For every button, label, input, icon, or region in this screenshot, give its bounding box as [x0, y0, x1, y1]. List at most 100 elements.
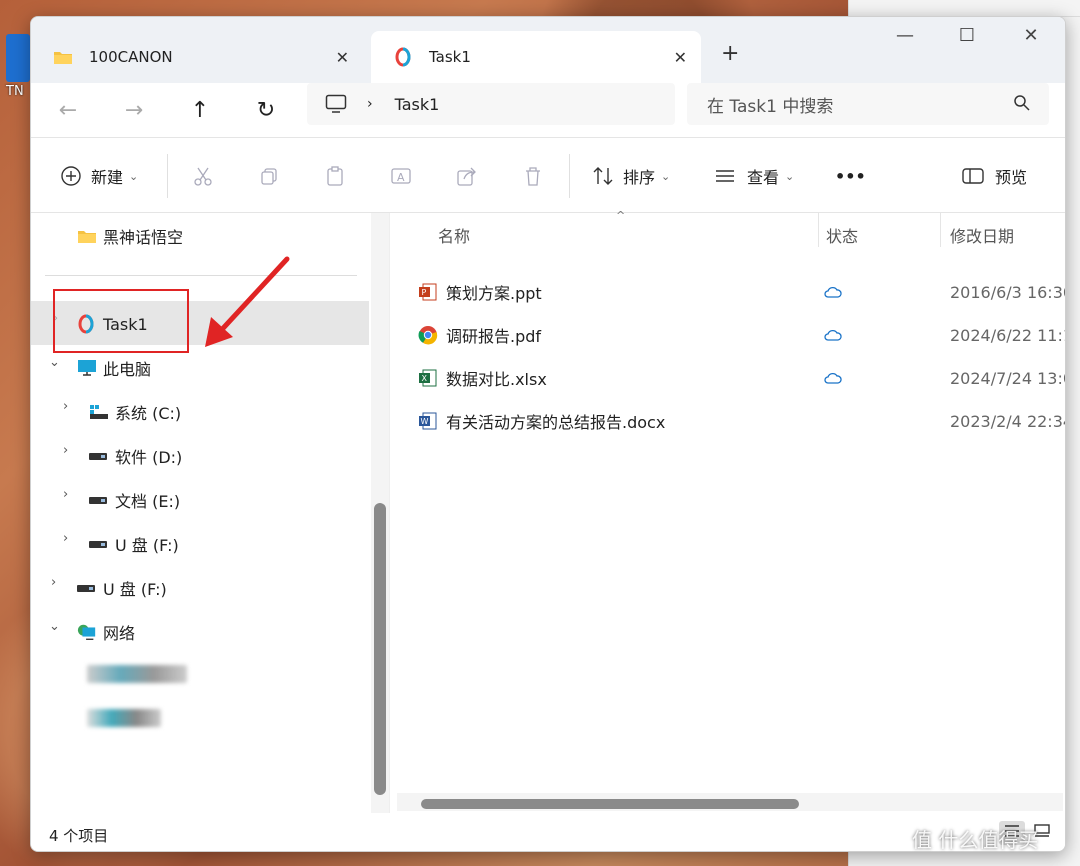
scrollbar-thumb[interactable] — [374, 503, 386, 795]
folder-icon — [77, 227, 97, 245]
site-watermark: 值 什么值得买 — [912, 828, 1039, 852]
new-tab-button[interactable]: + — [721, 41, 739, 66]
sidebar-item-label: U 盘 (F:) — [115, 536, 179, 555]
tab-label: 100CANON — [89, 48, 173, 66]
forward-button[interactable]: → — [117, 93, 151, 127]
new-button[interactable]: 新建 ⌄ — [59, 162, 138, 190]
column-divider[interactable] — [940, 213, 941, 247]
file-name: 数据对比.xlsx — [446, 370, 547, 389]
table-row[interactable]: P 策划方案.ppt 2016/6/3 16:30 — [418, 277, 1065, 307]
chevron-down-icon[interactable]: ⌄ — [49, 619, 60, 634]
monitor-icon — [77, 359, 97, 377]
sidebar-item-drive-e[interactable]: 文档 (E:) — [89, 485, 180, 515]
close-window-button[interactable]: ✕ — [1011, 25, 1051, 46]
preview-button[interactable]: 预览 — [961, 162, 1027, 190]
copy-icon — [257, 164, 281, 188]
sort-button[interactable]: 排序 ⌄ — [591, 162, 670, 190]
search-input[interactable]: 在 Task1 中搜索 — [707, 92, 833, 117]
horizontal-scrollbar[interactable] — [397, 793, 1063, 811]
svg-text:A: A — [397, 171, 405, 184]
navigation-bar: ← → ↑ ↻ › Task1 在 Task1 中搜索 — [31, 83, 1065, 137]
file-name: 调研报告.pdf — [446, 327, 542, 346]
maximize-button[interactable]: ☐ — [947, 25, 987, 46]
sidebar-item-folder[interactable]: 黑神话悟空 — [77, 221, 183, 251]
ppt-icon: P — [418, 282, 438, 302]
blurred-network-item[interactable] — [87, 665, 187, 683]
navigation-pane: 黑神话悟空 › Task1 ⌄ 此电脑 › 系统 (C:) › 软件 (D:) … — [31, 213, 369, 813]
chevron-right-icon[interactable]: › — [63, 443, 68, 458]
search-box[interactable]: 在 Task1 中搜索 — [687, 83, 1049, 125]
table-row[interactable]: W 有关活动方案的总结报告.docx 2023/2/4 22:34 — [418, 406, 1065, 436]
desktop-shortcut[interactable]: TN — [6, 34, 32, 99]
chevron-right-icon[interactable]: › — [63, 487, 68, 502]
file-explorer-window: 100CANON ✕ Task1 ✕ + — ☐ ✕ ← → ↑ ↻ › Tas… — [30, 16, 1066, 852]
paste-button[interactable] — [323, 162, 347, 190]
chevron-right-icon: › — [367, 96, 373, 112]
divider — [569, 154, 570, 198]
plus-circle-icon — [59, 164, 83, 188]
shortcut-icon — [6, 34, 30, 82]
sidebar-item-label: 网络 — [103, 624, 136, 643]
cut-button[interactable] — [191, 162, 215, 190]
close-icon[interactable]: ✕ — [674, 48, 687, 67]
red-arrow-annotation — [205, 256, 290, 347]
preview-label: 预览 — [995, 168, 1028, 187]
usb-drive-icon — [89, 535, 109, 553]
column-header-modified[interactable]: 修改日期 — [950, 223, 1014, 247]
copy-button[interactable] — [257, 162, 281, 190]
sidebar-item-drive-c[interactable]: 系统 (C:) — [89, 397, 181, 427]
network-icon — [77, 623, 97, 641]
command-bar: 新建 ⌄ A 排序 ⌄ 查看 ⌄ ••• 预览 — [31, 137, 1065, 213]
new-label: 新建 — [91, 168, 124, 187]
view-button[interactable]: 查看 ⌄ — [713, 162, 794, 190]
chevron-down-icon: ⌄ — [661, 169, 671, 183]
chevron-right-icon[interactable]: › — [63, 399, 68, 414]
delete-button[interactable] — [521, 162, 545, 190]
folder-icon — [53, 47, 73, 67]
close-icon[interactable]: ✕ — [336, 48, 349, 67]
more-options-button[interactable]: ••• — [835, 162, 866, 190]
tab-100canon[interactable]: 100CANON ✕ — [31, 31, 363, 83]
sort-ascending-icon: ^ — [616, 209, 626, 222]
back-button[interactable]: ← — [51, 93, 85, 127]
column-header-name[interactable]: 名称 — [438, 223, 470, 247]
rename-button[interactable]: A — [389, 162, 413, 190]
svg-text:W: W — [421, 417, 429, 426]
minimize-button[interactable]: — — [885, 25, 925, 46]
chevron-down-icon: ⌄ — [129, 169, 139, 183]
sidebar-item-drive-d[interactable]: 软件 (D:) — [89, 441, 182, 471]
chevron-right-icon[interactable]: › — [63, 531, 68, 546]
sort-label: 排序 — [623, 168, 656, 187]
up-button[interactable]: ↑ — [183, 93, 217, 127]
sidebar-item-network[interactable]: 网络 — [77, 617, 135, 647]
table-row[interactable]: X 数据对比.xlsx 2024/7/24 13:0 — [418, 363, 1065, 393]
item-count: 4 个项目 — [49, 827, 109, 845]
clipboard-icon — [323, 164, 347, 188]
tab-task1[interactable]: Task1 ✕ — [371, 31, 701, 83]
sidebar-item-drive-f[interactable]: U 盘 (F:) — [89, 529, 179, 559]
file-name: 策划方案.ppt — [446, 284, 542, 303]
blurred-network-item[interactable] — [87, 709, 161, 727]
sidebar-item-label: 黑神话悟空 — [103, 228, 184, 247]
svg-text:P: P — [422, 288, 427, 297]
scrollbar-thumb[interactable] — [421, 799, 799, 809]
drive-icon — [89, 447, 109, 465]
column-divider[interactable] — [818, 213, 819, 247]
breadcrumb-task1[interactable]: Task1 — [395, 95, 440, 114]
tab-bar: 100CANON ✕ Task1 ✕ + — ☐ ✕ — [31, 17, 1065, 83]
column-header-status[interactable]: 状态 — [826, 223, 858, 247]
share-button[interactable] — [455, 162, 479, 190]
chevron-down-icon: ⌄ — [785, 169, 795, 183]
usb-drive-icon — [77, 579, 97, 597]
sort-icon — [591, 164, 615, 188]
table-row[interactable]: 调研报告.pdf 2024/6/22 11:1 — [418, 320, 1065, 350]
sidebar-item-usb-root[interactable]: U 盘 (F:) — [77, 573, 167, 603]
rename-icon: A — [389, 164, 413, 188]
address-bar[interactable]: › Task1 — [307, 83, 675, 125]
sidebar-scrollbar[interactable] — [371, 213, 389, 813]
chevron-down-icon[interactable]: ⌄ — [49, 355, 60, 370]
sidebar-item-this-pc[interactable]: 此电脑 — [77, 353, 151, 383]
chrome-pdf-icon — [418, 325, 438, 345]
refresh-button[interactable]: ↻ — [249, 93, 283, 127]
chevron-right-icon[interactable]: › — [51, 575, 56, 590]
